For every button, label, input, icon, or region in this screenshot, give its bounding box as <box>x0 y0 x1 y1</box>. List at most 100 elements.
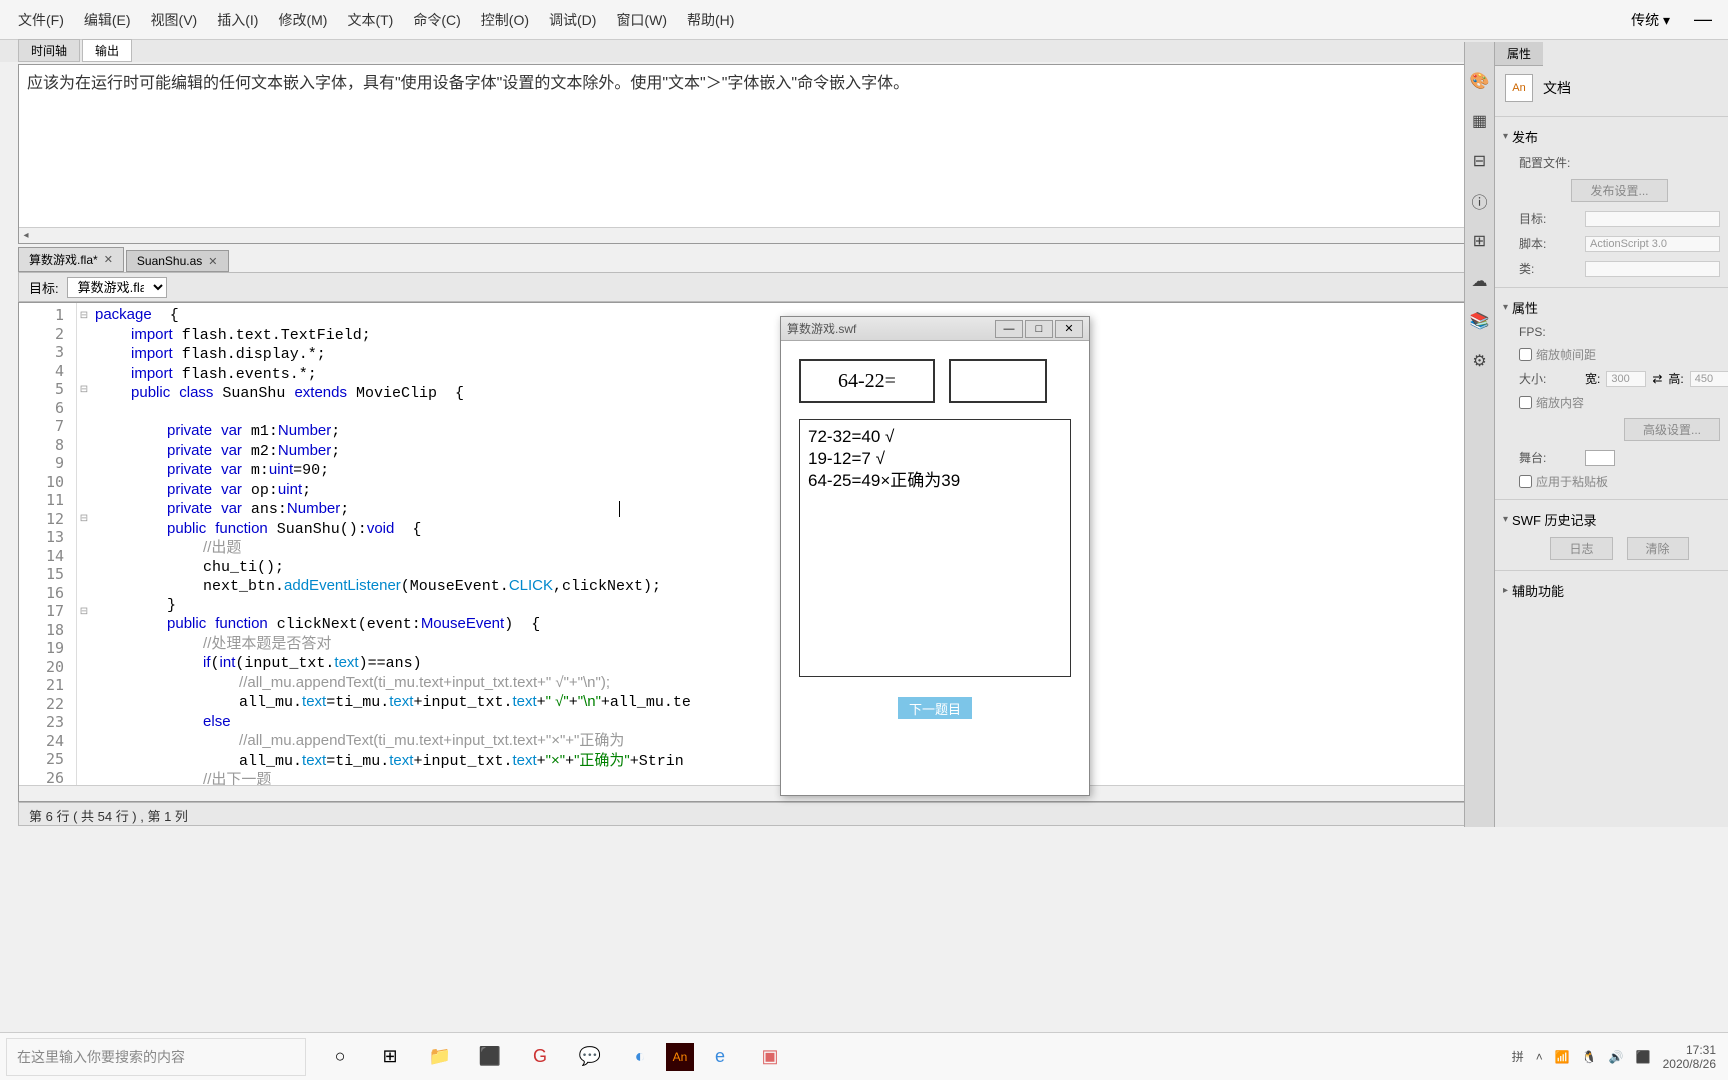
next-button[interactable]: 下一题目 <box>898 697 972 719</box>
swf-titlebar[interactable]: 算数游戏.swf — □ ✕ <box>781 317 1089 341</box>
align-icon[interactable]: ⊟ <box>1469 150 1491 172</box>
app-icon[interactable]: ⬛ <box>466 1037 514 1077</box>
target-bar: 目标: 算数游戏.fla 🔍 ≡ ❓ <box>18 272 1713 302</box>
wechat-icon[interactable]: 💬 <box>566 1037 614 1077</box>
tray-icon[interactable]: ⬛ <box>1636 1050 1651 1064</box>
properties-panel: 属性 An 文档 ▾发布 配置文件: 发布设置... 目标: 脚本: 类: ▾属… <box>1494 42 1728 827</box>
menu-control[interactable]: 控制(O) <box>471 6 539 34</box>
scale-content-check[interactable] <box>1519 396 1532 409</box>
info-icon[interactable]: ⓘ <box>1469 190 1491 212</box>
script-label: 脚本: <box>1519 235 1579 252</box>
log-button[interactable]: 日志 <box>1550 537 1612 560</box>
app-icon[interactable]: ▣ <box>746 1037 794 1077</box>
publish-section[interactable]: ▾发布 <box>1495 123 1728 150</box>
swatches-icon[interactable]: ▦ <box>1469 110 1491 132</box>
menu-file[interactable]: 文件(F) <box>8 6 74 34</box>
stage-label: 舞台: <box>1519 449 1579 466</box>
width-label: 宽: <box>1585 370 1600 387</box>
minimize-button[interactable]: — <box>995 320 1023 338</box>
output-panel: 应该为在运行时可能编辑的任何文本嵌入字体，具有"使用设备字体"设置的文本除外。使… <box>18 64 1713 244</box>
menu-insert[interactable]: 插入(I) <box>207 6 268 34</box>
menu-command[interactable]: 命令(C) <box>403 6 470 34</box>
dingtalk-icon[interactable]: ◐ <box>616 1037 664 1077</box>
menu-window[interactable]: 窗口(W) <box>606 6 677 34</box>
width-input[interactable] <box>1606 371 1646 387</box>
document-icon: An <box>1505 74 1533 102</box>
animate-icon[interactable]: An <box>666 1043 694 1071</box>
script-input[interactable] <box>1585 236 1720 252</box>
menu-modify[interactable]: 修改(M) <box>268 6 337 34</box>
menubar: 文件(F) 编辑(E) 视图(V) 插入(I) 修改(M) 文本(T) 命令(C… <box>0 0 1728 40</box>
properties-tab[interactable]: 属性 <box>1495 42 1543 66</box>
result-output: 72-32=40 √ 19-12=7 √ 64-25=49×正确为39 <box>799 419 1071 677</box>
file-tab-as[interactable]: SuanShu.as ✕ <box>126 250 229 272</box>
target-input[interactable] <box>1585 211 1720 227</box>
close-icon[interactable]: ✕ <box>208 255 217 268</box>
system-tray: 拼 ˄ 📶 🐧 🔊 ⬛ 17:31 2020/8/26 <box>1512 1043 1728 1071</box>
menu-view[interactable]: 视图(V) <box>141 6 208 34</box>
publish-settings-button[interactable]: 发布设置... <box>1571 179 1667 202</box>
result-line: 64-25=49×正确为39 <box>808 470 1062 492</box>
volume-icon[interactable]: 🔊 <box>1609 1050 1624 1064</box>
fps-label: FPS: <box>1519 325 1579 339</box>
network-icon[interactable]: 📶 <box>1555 1050 1570 1064</box>
library-icon[interactable]: 📚 <box>1469 310 1491 332</box>
menu-edit[interactable]: 编辑(E) <box>74 6 141 34</box>
swf-preview-window: 算数游戏.swf — □ ✕ 64-22= 72-32=40 √ 19-12=7… <box>780 316 1090 796</box>
menu-text[interactable]: 文本(T) <box>337 6 403 34</box>
pasteboard-check[interactable] <box>1519 475 1532 488</box>
link-icon[interactable]: ⇄ <box>1652 372 1662 386</box>
target-label: 目标: <box>1519 210 1579 227</box>
tray-up-icon[interactable]: ˄ <box>1536 1050 1543 1064</box>
task-view-icon[interactable]: ⊞ <box>366 1037 414 1077</box>
answer-input[interactable] <box>949 359 1047 403</box>
edge-icon[interactable]: e <box>696 1037 744 1077</box>
scale-frame-check[interactable] <box>1519 348 1532 361</box>
class-label: 类: <box>1519 260 1579 277</box>
scroll-left-icon[interactable]: ◂ <box>19 228 33 242</box>
swf-title: 算数游戏.swf <box>787 320 993 337</box>
height-input[interactable] <box>1690 371 1728 387</box>
stage-swatch[interactable] <box>1585 450 1615 466</box>
cortana-icon[interactable]: ○ <box>316 1037 364 1077</box>
right-dock: 🎨 ▦ ⊟ ⓘ ⊞ ☁ 📚 ⚙ <box>1464 42 1494 827</box>
target-select[interactable]: 算数游戏.fla <box>67 277 167 298</box>
tab-output[interactable]: 输出 <box>82 39 132 62</box>
props-section[interactable]: ▾属性 <box>1495 294 1728 321</box>
document-label: 文档 <box>1543 78 1571 98</box>
menu-debug[interactable]: 调试(D) <box>539 6 606 34</box>
output-scrollbar-horizontal[interactable]: ◂ ▸ <box>19 227 1696 243</box>
ime-indicator[interactable]: 拼 <box>1512 1048 1524 1065</box>
explorer-icon[interactable]: 📁 <box>416 1037 464 1077</box>
minimize-icon[interactable]: — <box>1686 7 1720 32</box>
result-line: 19-12=7 √ <box>808 448 1062 470</box>
swf-body: 64-22= 72-32=40 √ 19-12=7 √ 64-25=49×正确为… <box>781 341 1089 737</box>
output-text: 应该为在运行时可能编辑的任何文本嵌入字体，具有"使用设备字体"设置的文本除外。使… <box>19 65 1712 97</box>
cloud-icon[interactable]: ☁ <box>1469 270 1491 292</box>
class-input[interactable] <box>1585 261 1720 277</box>
palette-icon[interactable]: 🎨 <box>1469 70 1491 92</box>
app-icon[interactable]: G <box>516 1037 564 1077</box>
advanced-button[interactable]: 高级设置... <box>1624 418 1720 441</box>
accessibility-section[interactable]: ▸辅助功能 <box>1495 577 1728 604</box>
swf-history-section[interactable]: ▾SWF 历史记录 <box>1495 506 1728 533</box>
clear-button[interactable]: 清除 <box>1627 537 1689 560</box>
layout-dropdown[interactable]: 传统 ▾ <box>1623 8 1678 32</box>
tray-icon[interactable]: 🐧 <box>1582 1050 1597 1064</box>
file-tab-fla[interactable]: 算数游戏.fla* ✕ <box>18 247 124 272</box>
tab-timeline[interactable]: 时间轴 <box>18 39 80 62</box>
close-icon[interactable]: ✕ <box>104 253 113 266</box>
question-display: 64-22= <box>799 359 935 403</box>
menu-help[interactable]: 帮助(H) <box>677 6 744 34</box>
status-bar: 第 6 行 ( 共 54 行 ) , 第 1 列 <box>18 802 1713 826</box>
transform-icon[interactable]: ⊞ <box>1469 230 1491 252</box>
search-input[interactable]: 在这里输入你要搜索的内容 <box>6 1038 306 1076</box>
close-button[interactable]: ✕ <box>1055 320 1083 338</box>
result-line: 72-32=40 √ <box>808 426 1062 448</box>
clock[interactable]: 17:31 2020/8/26 <box>1663 1043 1716 1071</box>
maximize-button[interactable]: □ <box>1025 320 1053 338</box>
line-gutter: 1 2 3 4 5 6 7 8 9 10 11 12 13 14 15 16 1… <box>19 303 77 801</box>
components-icon[interactable]: ⚙ <box>1469 350 1491 372</box>
size-label: 大小: <box>1519 370 1579 387</box>
file-tab-label: SuanShu.as <box>137 254 202 268</box>
